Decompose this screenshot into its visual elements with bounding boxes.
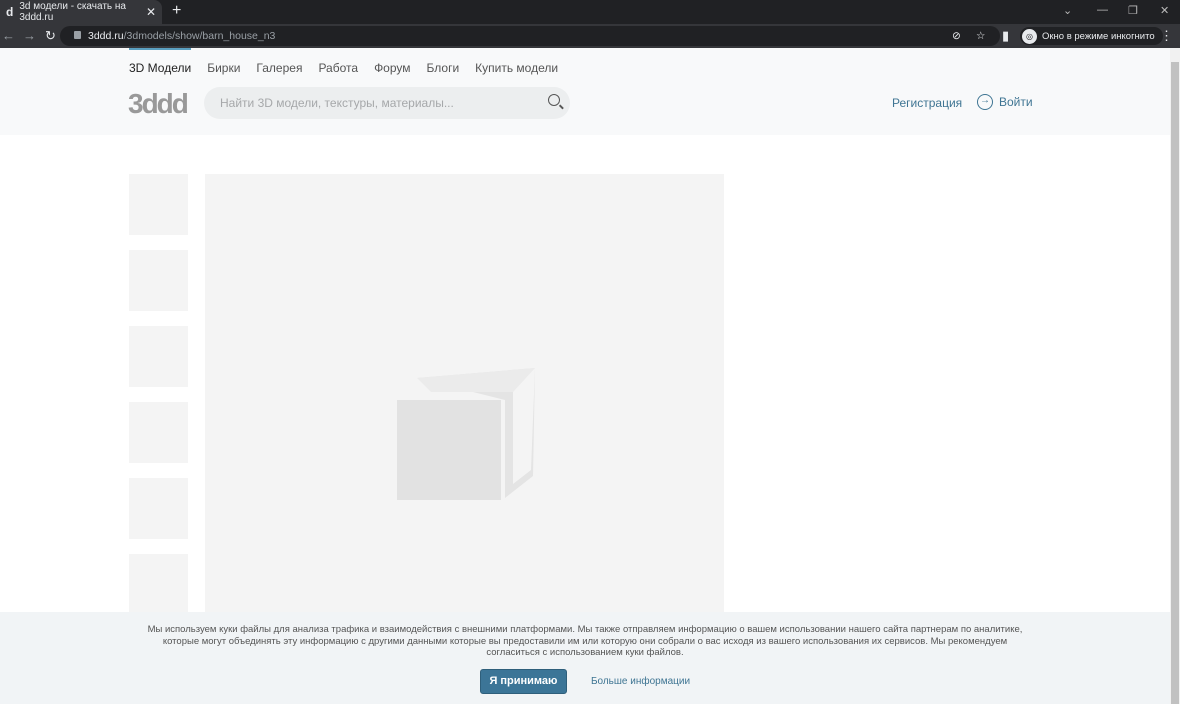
eye-off-icon[interactable]: ⊘ [952, 30, 961, 42]
new-tab-icon[interactable]: + [172, 2, 181, 20]
scrollbar-thumb[interactable] [1171, 62, 1179, 704]
thumbnail-placeholder[interactable] [129, 174, 188, 235]
thumbnail-placeholder[interactable] [129, 250, 188, 311]
site-header: 3D Модели Бирки Галерея Работа Форум Бло… [0, 48, 1170, 135]
cookie-banner: Мы используем куки файлы для анализа тра… [0, 612, 1170, 704]
thumbnail-placeholder[interactable] [129, 554, 188, 615]
star-icon[interactable]: ☆ [976, 30, 985, 42]
login-link[interactable]: → Войти [977, 94, 1033, 110]
lock-icon [74, 31, 81, 39]
nav-3d-models[interactable]: 3D Модели [129, 48, 192, 75]
more-info-link[interactable]: Больше информации [591, 676, 690, 687]
tab-bar: d 3d модели - скачать на 3ddd.ru ✕ + ⌄ —… [0, 0, 1180, 24]
model-image-placeholder [205, 174, 724, 614]
back-icon[interactable]: ← [2, 28, 15, 43]
browser-toolbar: ← → ↻ 3ddd.ru/3dmodels/show/barn_house_n… [0, 24, 1180, 48]
cookie-text: Мы используем куки файлы для анализа тра… [147, 624, 1023, 658]
minimize-icon[interactable]: — [1097, 4, 1108, 16]
login-label: Войти [999, 95, 1033, 109]
close-tab-icon[interactable]: ✕ [146, 5, 156, 19]
incognito-label: Окно в режиме инкогнито [1042, 30, 1155, 42]
favicon-icon: d [6, 5, 14, 19]
url-path: /3dmodels/show/barn_house_n3 [123, 30, 276, 42]
cube-icon [397, 368, 535, 500]
thumbnail-placeholder[interactable] [129, 402, 188, 463]
nav-tags[interactable]: Бирки [207, 61, 240, 75]
register-link[interactable]: Регистрация [892, 96, 962, 110]
search-placeholder: Найти 3D модели, текстуры, материалы... [220, 96, 454, 110]
incognito-badge[interactable]: ◎ Окно в режиме инкогнито [1020, 27, 1163, 45]
tab-title: 3d модели - скачать на 3ddd.ru [19, 1, 126, 23]
address-bar[interactable]: 3ddd.ru/3dmodels/show/barn_house_n3 ⊘ ☆ [60, 26, 1000, 46]
tab-search-icon[interactable]: ⌄ [1063, 4, 1072, 17]
scrollbar[interactable] [1170, 48, 1180, 704]
incognito-icon: ◎ [1022, 28, 1037, 44]
browser-tab[interactable]: d 3d модели - скачать на 3ddd.ru ✕ [0, 0, 162, 24]
login-icon: → [977, 94, 993, 110]
site-logo[interactable]: 3ddd [128, 88, 189, 120]
search-icon[interactable] [548, 94, 560, 106]
accept-cookies-button[interactable]: Я принимаю [479, 668, 567, 694]
forward-icon[interactable]: → [23, 28, 36, 43]
reload-icon[interactable]: ↻ [45, 28, 56, 44]
thumbnail-placeholder[interactable] [129, 478, 188, 539]
side-panel-icon[interactable]: ▮ [1002, 28, 1009, 44]
nav-buy-models[interactable]: Купить модели [475, 61, 558, 75]
nav-gallery[interactable]: Галерея [256, 61, 302, 75]
close-window-icon[interactable]: ✕ [1160, 4, 1169, 17]
nav-forum[interactable]: Форум [374, 61, 410, 75]
url-host: 3ddd.ru [88, 30, 124, 42]
search-input[interactable]: Найти 3D модели, текстуры, материалы... [204, 87, 570, 119]
nav-jobs[interactable]: Работа [318, 61, 358, 75]
restore-icon[interactable]: ❐ [1128, 4, 1138, 17]
main-nav: 3D Модели Бирки Галерея Работа Форум Бло… [129, 48, 574, 75]
menu-icon[interactable]: ⋮ [1160, 28, 1173, 44]
nav-blogs[interactable]: Блоги [427, 61, 460, 75]
thumbnail-placeholder[interactable] [129, 326, 188, 387]
